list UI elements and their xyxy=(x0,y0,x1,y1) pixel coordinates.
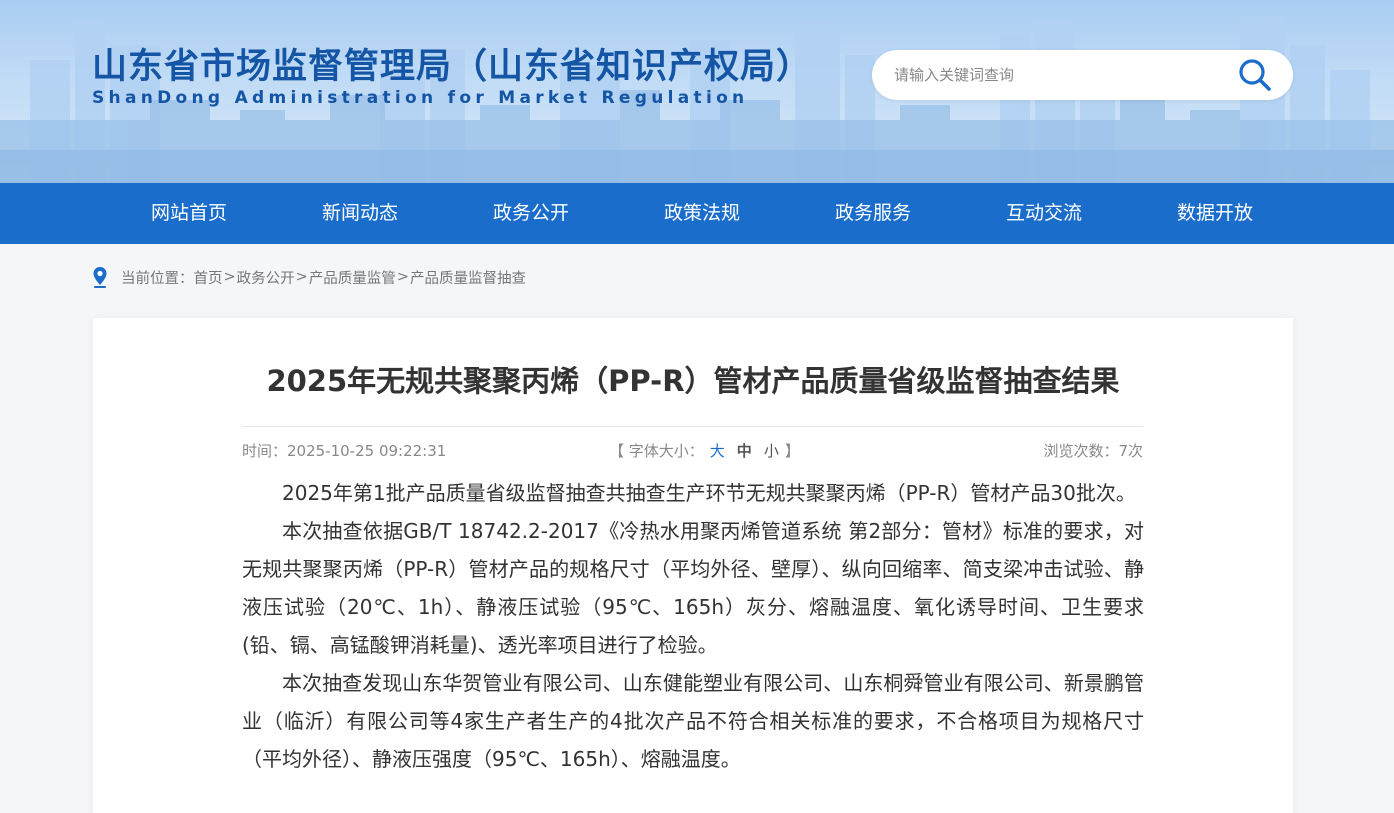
font-size-label: 【 字体大小： xyxy=(609,442,704,460)
breadcrumb-government-affairs[interactable]: 政务公开 xyxy=(237,267,295,288)
breadcrumb: 当前位置： 首页 > 政务公开 > 产品质量监管 > 产品质量监督抽查 xyxy=(92,265,526,289)
font-size-control: 【 字体大小： 大中小】 xyxy=(609,440,800,461)
font-size-small-button[interactable]: 小 xyxy=(764,442,779,460)
breadcrumb-separator: > xyxy=(396,269,409,285)
nav-item-services[interactable]: 政务服务 xyxy=(803,183,943,244)
article-paragraph: 2025年第1批产品质量省级监督抽查共抽查生产环节无规共聚聚丙烯（PP-R）管材… xyxy=(282,481,1136,505)
location-pin-icon xyxy=(93,267,107,288)
search-icon xyxy=(1239,59,1271,91)
nav-item-news[interactable]: 新闻动态 xyxy=(290,183,430,244)
search-input[interactable] xyxy=(894,62,1214,88)
nav-item-open-data[interactable]: 数据开放 xyxy=(1145,183,1285,244)
breadcrumb-prefix: 当前位置： xyxy=(121,270,194,287)
header-banner: 山东省市场监督管理局（山东省知识产权局） ShanDong Administra… xyxy=(0,0,1394,183)
font-size-large-button[interactable]: 大 xyxy=(710,442,725,460)
nav-item-policies[interactable]: 政策法规 xyxy=(632,183,772,244)
view-count: 浏览次数：7次 xyxy=(1043,442,1143,460)
breadcrumb-spot-check[interactable]: 产品质量监督抽查 xyxy=(410,267,526,288)
site-subtitle: ShanDong Administration for Market Regul… xyxy=(92,88,749,108)
font-size-close: 】 xyxy=(784,442,800,460)
nav-item-home[interactable]: 网站首页 xyxy=(119,183,259,244)
site-title: 山东省市场监督管理局（山东省知识产权局） xyxy=(92,47,813,87)
nav-item-interaction[interactable]: 互动交流 xyxy=(974,183,1114,244)
publish-time: 时间：2025-10-25 09:22:31 xyxy=(242,442,447,460)
breadcrumb-product-quality[interactable]: 产品质量监管 xyxy=(309,267,396,288)
breadcrumb-separator: > xyxy=(223,269,236,285)
title-divider xyxy=(242,426,1143,427)
main-nav: 网站首页 新闻动态 政务公开 政策法规 政务服务 互动交流 数据开放 xyxy=(0,183,1394,244)
breadcrumb-separator: > xyxy=(295,269,308,285)
breadcrumb-home[interactable]: 首页 xyxy=(194,267,223,288)
search-box xyxy=(872,50,1293,100)
article-card: 2025年无规共聚聚丙烯（PP-R）管材产品质量省级监督抽查结果 时间：2025… xyxy=(93,318,1293,813)
nav-item-government-affairs[interactable]: 政务公开 xyxy=(461,183,601,244)
article-paragraph: 本次抽查发现山东华贺管业有限公司、山东健能塑业有限公司、山东桐舜管业有限公司、新… xyxy=(242,671,1144,771)
article-paragraph: 本次抽查依据GB/T 18742.2-2017《冷热水用聚丙烯管道系统 第2部分… xyxy=(242,519,1144,657)
search-button[interactable] xyxy=(1237,57,1273,93)
article-title: 2025年无规共聚聚丙烯（PP-R）管材产品质量省级监督抽查结果 xyxy=(266,364,1120,398)
article-body: 2025年第1批产品质量省级监督抽查共抽查生产环节无规共聚聚丙烯（PP-R）管材… xyxy=(242,474,1144,778)
font-size-medium-button[interactable]: 中 xyxy=(737,442,752,460)
